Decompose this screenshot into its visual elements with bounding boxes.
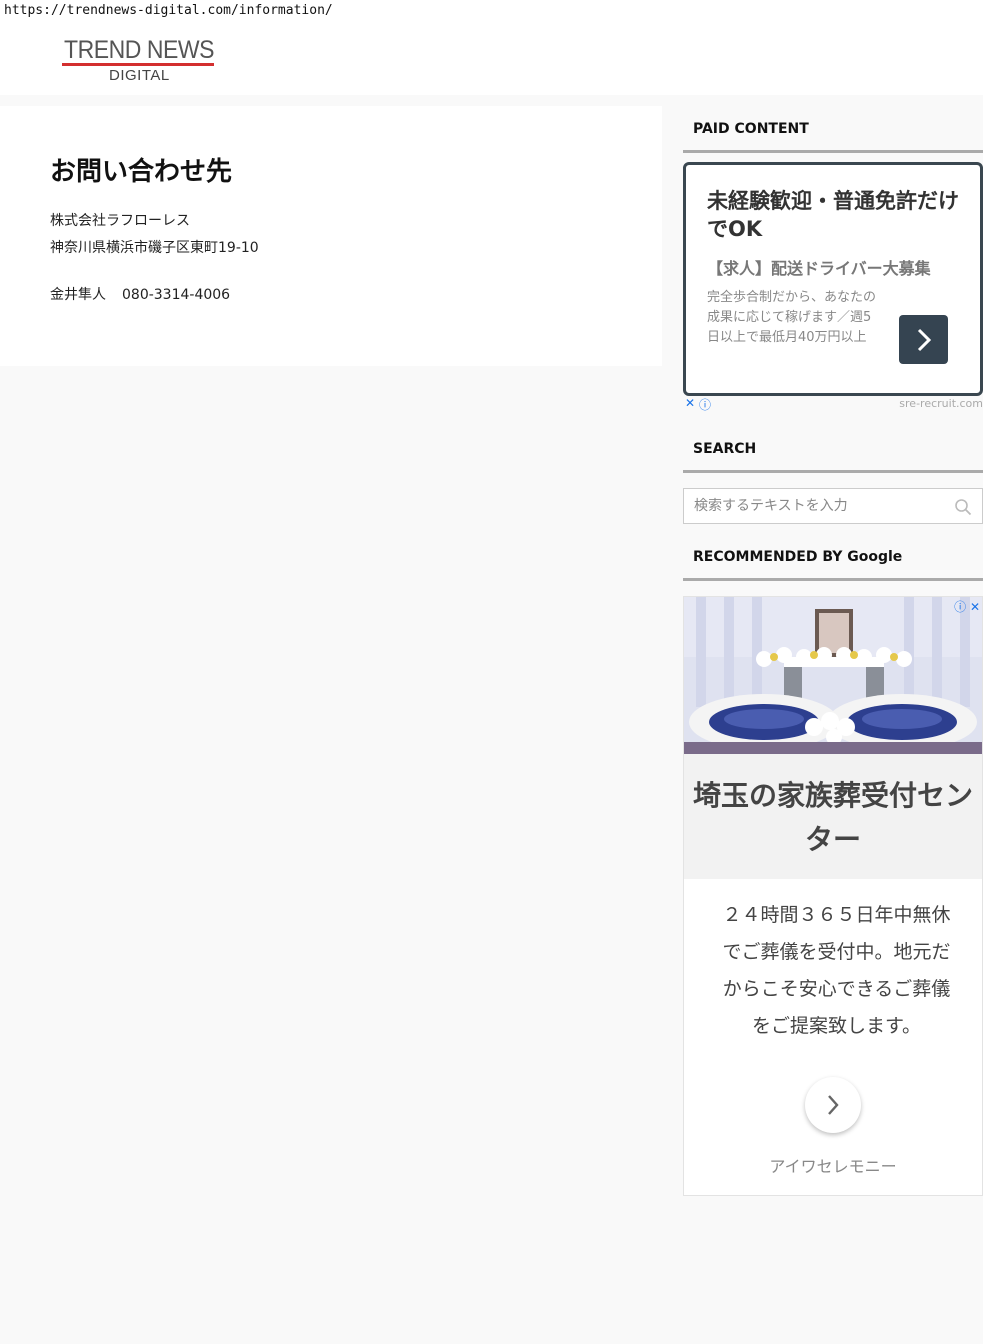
recruit-ad-subhead: 【求人】配送ドライバー大募集 — [707, 259, 931, 278]
recruit-ad-button[interactable] — [899, 315, 948, 364]
funeral-ad-description: ２４時間３６５日年中無休でご葬儀を受付中。地元だからこそ安心できるご葬儀をご提案… — [722, 904, 951, 1037]
funeral-ad-brand: アイワセレモニー — [769, 1157, 897, 1176]
funeral-ad-title-box: 埼玉の家族葬受付センター — [684, 754, 982, 879]
recruit-ad-headline: 未経験歓迎・普通免許だけでOK — [707, 189, 959, 241]
search-input[interactable] — [684, 489, 944, 523]
paid-content-widget: PAID CONTENT 未経験歓迎・普通免許だけでOK 【求人】配送ドライバー… — [683, 106, 983, 412]
contact-name: 金井隼人 — [50, 287, 106, 303]
funeral-ad[interactable]: ⓘ ✕ 埼玉の家族葬受付センター ２４時間３６５日年中無休でご葬儀を受付中。地元… — [683, 596, 983, 1196]
url-bar[interactable]: https://trendnews-digital.com/informatio… — [0, 0, 983, 22]
recommended-widget: RECOMMENDED BY Google — [683, 534, 983, 581]
company-name: 株式会社ラフローレス — [50, 213, 190, 229]
main-content-card: お問い合わせ先 株式会社ラフローレス 神奈川県横浜市磯子区東町19-10 金井隼… — [0, 106, 662, 366]
chevron-right-icon — [917, 328, 931, 351]
funeral-ad-title: 埼玉の家族葬受付センター — [692, 779, 973, 856]
ad-close-icon[interactable]: ✕ — [685, 396, 695, 410]
recruit-ad-body: 完全歩合制だから、あなたの成果に応じて稼げます／週5日以上で最低月40万円以上 — [707, 290, 877, 345]
site-logo[interactable]: TREND NEWS DIGITAL — [62, 36, 214, 86]
logo-main-text: TREND NEWS — [64, 36, 215, 64]
recruit-ad-footer: ✕ ⓘ sre-recruit.com — [683, 396, 983, 412]
company-address: 神奈川県横浜市磯子区東町19-10 — [50, 240, 259, 256]
ad-close-icon[interactable]: ✕ — [970, 600, 980, 614]
funeral-ad-button[interactable] — [805, 1077, 861, 1133]
page-title: お問い合わせ先 — [50, 157, 233, 187]
search-icon[interactable] — [954, 498, 972, 516]
paid-content-title: PAID CONTENT — [683, 106, 983, 153]
sidebar: PAID CONTENT 未経験歓迎・普通免許だけでOK 【求人】配送ドライバー… — [683, 106, 983, 1196]
site-header: TREND NEWS DIGITAL — [0, 22, 983, 95]
search-widget: SEARCH — [683, 426, 983, 524]
contact-line: 金井隼人 080-3314-4006 — [50, 284, 230, 304]
search-title: SEARCH — [683, 426, 983, 473]
contact-phone: 080-3314-4006 — [122, 287, 231, 303]
ad-domain: sre-recruit.com — [899, 397, 983, 410]
recommended-title: RECOMMENDED BY Google — [683, 534, 983, 581]
ad-info-icon[interactable]: ⓘ — [699, 396, 711, 413]
ad-info-icon[interactable]: ⓘ — [954, 600, 966, 614]
search-box — [683, 488, 983, 524]
ad-controls: ⓘ ✕ — [954, 598, 980, 615]
chevron-right-icon — [828, 1095, 839, 1115]
recruit-ad[interactable]: 未経験歓迎・普通免許だけでOK 【求人】配送ドライバー大募集 完全歩合制だから、… — [683, 162, 983, 396]
logo-underline — [62, 63, 214, 66]
funeral-altar-flowers-image — [684, 597, 982, 754]
logo-sub-text: DIGITAL — [109, 67, 170, 84]
